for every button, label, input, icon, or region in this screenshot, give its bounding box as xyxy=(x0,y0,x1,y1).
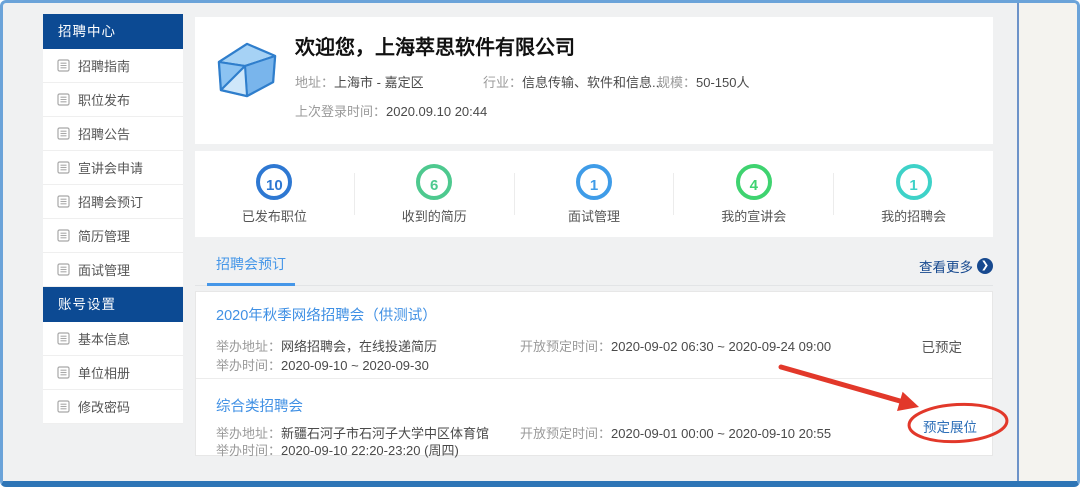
stat-label: 我的宣讲会 xyxy=(674,206,833,225)
document-lines-icon xyxy=(57,161,70,174)
sidebar-item-label: 招聘指南 xyxy=(78,56,130,75)
sidebar-item-recruitment-guide[interactable]: 招聘指南 xyxy=(43,49,183,83)
company-logo xyxy=(211,32,283,104)
sidebar-item-label: 单位相册 xyxy=(78,363,130,382)
stat-my-presentations[interactable]: 4 我的宣讲会 xyxy=(674,164,833,225)
stat-published-jobs[interactable]: 10 已发布职位 xyxy=(195,164,354,225)
sidebar-item-basic-info[interactable]: 基本信息 xyxy=(43,322,183,356)
company-address: 地址：上海市 - 嘉定区 xyxy=(295,72,424,91)
fair-booking-window: 开放预定时间：2020-09-02 06:30 ~ 2020-09-24 09:… xyxy=(520,336,831,355)
app-window: 招聘中心 招聘指南 职位发布 招聘公告 宣讲会申请 招聘会预订 简历管理 面试管… xyxy=(0,0,1080,487)
sidebar-section-account-settings[interactable]: 账号设置 xyxy=(43,287,183,322)
stat-value-circle: 10 xyxy=(256,164,292,200)
last-login-time: 上次登录时间：2020.09.10 20:44 xyxy=(295,101,487,120)
document-lines-icon xyxy=(57,127,70,140)
fair-title-link[interactable]: 2020年秋季网络招聘会（供测试） xyxy=(216,304,437,325)
sidebar-item-job-fair-booking[interactable]: 招聘会预订 xyxy=(43,185,183,219)
stat-my-job-fairs[interactable]: 1 我的招聘会 xyxy=(834,164,993,225)
sidebar-item-label: 招聘会预订 xyxy=(78,192,143,211)
stat-interview-management[interactable]: 1 面试管理 xyxy=(515,164,674,225)
tab-job-fair-booking[interactable]: 招聘会预订 xyxy=(207,254,295,286)
fair-time: 举办时间：2020-09-10 22:20-23:20 (周四) xyxy=(216,440,459,459)
job-fair-row: 综合类招聘会 举办地址：新疆石河子市石河子大学中区体育馆 举办时间：2020-0… xyxy=(196,379,992,455)
circle-chevron-right-icon: ❯ xyxy=(977,258,993,274)
sidebar-item-recruitment-announcement[interactable]: 招聘公告 xyxy=(43,117,183,151)
document-lines-icon xyxy=(57,332,70,345)
sidebar-item-job-posting[interactable]: 职位发布 xyxy=(43,83,183,117)
document-lines-icon xyxy=(57,229,70,242)
sidebar-item-label: 基本信息 xyxy=(78,329,130,348)
sidebar: 招聘中心 招聘指南 职位发布 招聘公告 宣讲会申请 招聘会预订 简历管理 面试管… xyxy=(43,14,183,424)
job-fair-row: 2020年秋季网络招聘会（供测试） 举办地址：网络招聘会，在线投递简历 举办时间… xyxy=(196,292,992,379)
document-lines-icon xyxy=(57,195,70,208)
job-fair-list: 2020年秋季网络招聘会（供测试） 举办地址：网络招聘会，在线投递简历 举办时间… xyxy=(195,291,993,456)
fair-venue: 举办地址：网络招聘会，在线投递简历 xyxy=(216,336,437,355)
stat-label: 已发布职位 xyxy=(195,206,354,225)
sidebar-item-label: 简历管理 xyxy=(78,226,130,245)
stats-panel: 10 已发布职位 6 收到的简历 1 面试管理 4 我的宣讲会 1 我的招聘会 xyxy=(195,151,993,237)
sidebar-item-resume-management[interactable]: 简历管理 xyxy=(43,219,183,253)
stat-value-circle: 4 xyxy=(736,164,772,200)
stat-value-circle: 1 xyxy=(896,164,932,200)
sidebar-section-recruitment-center[interactable]: 招聘中心 xyxy=(43,14,183,49)
welcome-card: 欢迎您，上海萃思软件有限公司 地址：上海市 - 嘉定区 行业：信息传输、软件和信… xyxy=(195,17,993,144)
sidebar-item-presentation-application[interactable]: 宣讲会申请 xyxy=(43,151,183,185)
stat-label: 面试管理 xyxy=(515,206,674,225)
document-lines-icon xyxy=(57,366,70,379)
page-right-gutter xyxy=(1017,3,1077,481)
section-tab-bar: 招聘会预订 查看更多 ❯ xyxy=(195,249,993,286)
document-lines-icon xyxy=(57,400,70,413)
stat-value-circle: 6 xyxy=(416,164,452,200)
welcome-title: 欢迎您，上海萃思软件有限公司 xyxy=(295,31,575,60)
fair-time: 举办时间：2020-09-10 ~ 2020-09-30 xyxy=(216,355,429,374)
sidebar-item-label: 宣讲会申请 xyxy=(78,158,143,177)
document-lines-icon xyxy=(57,93,70,106)
fair-title-link[interactable]: 综合类招聘会 xyxy=(216,395,303,416)
view-more-link[interactable]: 查看更多 ❯ xyxy=(919,256,993,276)
stat-value-circle: 1 xyxy=(576,164,612,200)
sidebar-item-label: 职位发布 xyxy=(78,90,130,109)
sidebar-item-change-password[interactable]: 修改密码 xyxy=(43,390,183,424)
sidebar-item-interview-management[interactable]: 面试管理 xyxy=(43,253,183,287)
sidebar-item-label: 修改密码 xyxy=(78,397,130,416)
book-booth-link[interactable]: 预定展位 xyxy=(923,416,977,436)
stat-received-resumes[interactable]: 6 收到的简历 xyxy=(355,164,514,225)
stat-label: 收到的简历 xyxy=(355,206,514,225)
status-booked: 已预定 xyxy=(922,336,963,356)
document-lines-icon xyxy=(57,59,70,72)
fair-booking-window: 开放预定时间：2020-09-01 00:00 ~ 2020-09-10 20:… xyxy=(520,423,831,442)
company-industry: 行业：信息传输、软件和信息... xyxy=(483,72,663,91)
document-lines-icon xyxy=(57,263,70,276)
sidebar-item-company-album[interactable]: 单位相册 xyxy=(43,356,183,390)
sidebar-item-label: 招聘公告 xyxy=(78,124,130,143)
sidebar-item-label: 面试管理 xyxy=(78,260,130,279)
stat-label: 我的招聘会 xyxy=(834,206,993,225)
company-scale: 规模：50-150人 xyxy=(657,72,750,91)
